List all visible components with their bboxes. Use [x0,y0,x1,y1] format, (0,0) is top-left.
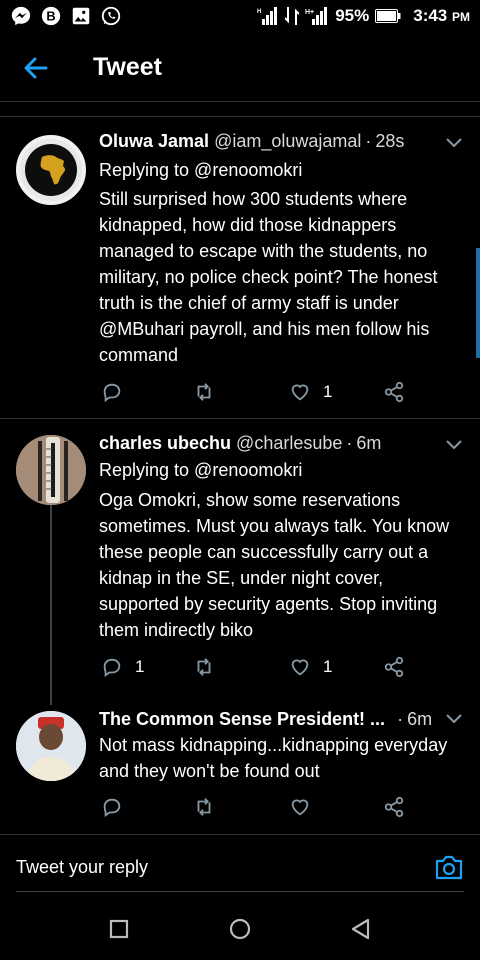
author-handle[interactable]: @charlesube [236,433,342,454]
tweet-actions: 1 1 [99,655,429,679]
h-plus-signal-icon: H+ [305,7,328,25]
reply-button[interactable] [101,795,135,819]
reply-icon [103,658,121,678]
separator-dot: · [346,433,353,453]
heart-icon [291,384,309,401]
recent-apps-square-icon[interactable] [106,916,132,942]
svg-text:B: B [46,9,55,24]
retweet-icon [197,798,211,816]
system-indicators: H H+ 95% 3:43 PM [257,6,470,26]
app-header: Tweet [0,34,480,102]
author-name[interactable]: Oluwa Jamal [99,131,209,152]
avatar[interactable] [16,711,86,781]
tweet[interactable]: charles ubechu @charlesube · 6m Replying… [0,419,480,705]
messenger-icon [11,6,31,26]
author-name[interactable]: charles ubechu [99,433,231,454]
tweet[interactable]: The Common Sense President! ... · 6m Not… [0,695,480,833]
gallery-icon [72,7,90,25]
tweet-text: Still surprised how 300 students where k… [99,189,438,365]
retweet-button[interactable] [193,795,227,819]
share-button[interactable] [383,380,405,404]
reply-composer: Tweet your reply [0,834,480,896]
separator-dot: · [397,709,404,729]
svg-text:H: H [257,9,261,15]
tweet-actions: 1 [99,380,429,404]
signal-bars-icon: H [257,7,278,25]
replying-to-label[interactable]: Replying to @renoomokri [99,460,302,481]
battery-icon [375,9,401,23]
camera-icon[interactable] [434,853,464,881]
reply-button[interactable]: 1 [101,655,144,679]
person-avatar-image [16,711,86,781]
like-button[interactable] [289,795,323,819]
reply-input-underline [16,891,464,892]
clock: 3:43 PM [413,6,470,26]
tweet-header: charles ubechu @charlesube · 6m [99,433,434,454]
separator-dot: · [365,131,372,151]
data-transfer-icon [285,7,300,25]
page-title: Tweet [93,53,162,81]
replying-to-label[interactable]: Replying to @renoomokri [99,160,302,181]
whatsapp-icon [101,6,121,26]
like-count: 1 [323,382,333,401]
reply-button[interactable] [101,380,135,404]
tweet-actions [99,795,429,819]
back-arrow-icon[interactable] [20,54,52,82]
thread-connector-line [50,505,52,705]
home-circle-icon[interactable] [227,916,253,942]
avatar[interactable] [16,135,86,205]
back-triangle-icon[interactable] [348,916,374,942]
tweet[interactable]: Oluwa Jamal @iam_oluwajamal · 28s Replyi… [0,117,480,419]
retweet-button[interactable] [193,655,227,679]
author-name[interactable]: The Common Sense President! ... [99,709,385,730]
reply-count: 1 [135,657,145,676]
reply-icon [103,798,121,818]
like-button[interactable]: 1 [289,655,332,679]
tweet-text: Oga Omokri, show some reservations somet… [99,490,450,640]
like-count: 1 [323,657,333,676]
b-circle-icon: B [41,6,61,26]
tweet-timestamp: 6m [407,709,433,729]
tweet-header: Oluwa Jamal @iam_oluwajamal · 28s [99,131,434,152]
tweet-text: Not mass kidnapping...kidnapping everyda… [99,735,448,781]
retweet-icon [197,658,211,676]
status-bar: B H H+ 95% 3:43 PM [0,0,480,34]
svg-text:H+: H+ [305,9,314,16]
system-navigation-bar [0,896,480,960]
share-icon [384,796,404,818]
heart-icon [291,659,309,676]
chevron-down-icon[interactable] [446,138,462,148]
clock-suffix: PM [452,10,470,24]
thermometer-avatar-image [16,435,86,505]
like-button[interactable]: 1 [289,380,332,404]
tweet-header: The Common Sense President! ... · 6m [99,709,434,730]
notification-icons: B [10,5,122,27]
battery-percentage: 95% [335,6,370,25]
avatar[interactable] [16,435,86,505]
share-button[interactable] [383,655,405,679]
africa-map-avatar-image [25,144,77,196]
retweet-button[interactable] [193,380,227,404]
chevron-down-icon[interactable] [446,440,462,450]
chevron-down-icon[interactable] [446,714,462,724]
share-icon [384,381,404,403]
tweet-timestamp: 28s [375,131,405,151]
author-handle[interactable]: @iam_oluwajamal [214,131,361,152]
clock-time: 3:43 [413,6,448,25]
reply-input[interactable]: Tweet your reply [16,857,148,878]
share-icon [384,656,404,678]
heart-icon [291,799,309,816]
reply-icon [103,383,121,403]
scrollbar-thumb[interactable] [476,248,480,358]
retweet-icon [197,383,211,401]
tweet-timestamp: 6m [356,433,382,453]
share-button[interactable] [383,795,405,819]
